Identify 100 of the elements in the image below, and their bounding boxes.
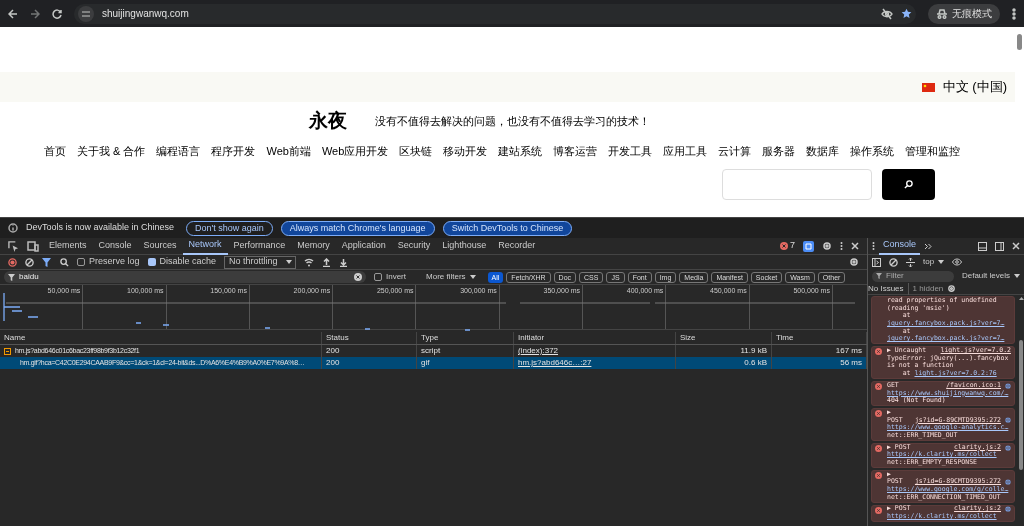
incognito-badge[interactable]: 无痕模式: [928, 3, 1000, 24]
devtools-tab[interactable]: Application: [335, 237, 392, 255]
sidebar-icon[interactable]: [872, 257, 881, 267]
clear-icon[interactable]: [889, 257, 898, 267]
nav-link[interactable]: 开发工具: [608, 142, 653, 160]
disable-cache-checkbox[interactable]: Disable cache: [147, 255, 217, 269]
column-header[interactable]: Type: [421, 332, 439, 344]
close-icon[interactable]: [851, 242, 859, 250]
more-filters-button[interactable]: More filters: [426, 271, 476, 283]
close-icon[interactable]: [1012, 242, 1020, 250]
nav-link[interactable]: 服务器: [762, 142, 796, 160]
language-link[interactable]: 中文 (中国): [942, 77, 1007, 97]
issues-status[interactable]: No Issues: [868, 282, 909, 295]
table-cell: 200: [326, 345, 340, 357]
back-icon[interactable]: [8, 8, 18, 19]
site-title[interactable]: 永夜: [309, 106, 347, 136]
devtools-tab[interactable]: Lighthouse: [436, 237, 493, 255]
initiator-link[interactable]: hm.js?abd646c…:27: [518, 357, 592, 369]
infobar-button[interactable]: Always match Chrome's language: [280, 220, 435, 236]
download-icon[interactable]: [339, 257, 349, 267]
request-filter-field[interactable]: baidu: [4, 271, 366, 283]
nav-link[interactable]: 云计算: [718, 142, 752, 160]
dock-bottom-icon[interactable]: [978, 241, 987, 251]
search-field[interactable]: [722, 169, 872, 200]
preserve-log-checkbox[interactable]: Preserve log: [77, 255, 140, 269]
clear-icon[interactable]: [25, 257, 34, 267]
nav-link[interactable]: 博客运营: [553, 142, 598, 160]
eye-off-icon[interactable]: [881, 7, 893, 20]
levels-dropdown[interactable]: Default levels: [961, 270, 1020, 282]
devtools-tab[interactable]: Memory: [291, 237, 336, 255]
checkbox[interactable]: [77, 258, 85, 266]
reload-icon[interactable]: [52, 8, 62, 19]
nav-link[interactable]: 管理和监控: [905, 142, 961, 160]
caret-icon: [469, 275, 476, 279]
inspect-icon[interactable]: [8, 240, 19, 252]
nav-link[interactable]: 首页: [44, 142, 66, 160]
upload-icon[interactable]: [322, 257, 332, 267]
more-icon[interactable]: [872, 241, 875, 251]
nav-link[interactable]: 关于我 & 合作: [77, 142, 146, 160]
nav-link[interactable]: 操作系统: [850, 142, 895, 160]
table-cell: 167 ms: [835, 345, 862, 357]
devtools-tab[interactable]: Recorder: [492, 237, 542, 255]
nav-link[interactable]: Web前端: [266, 142, 311, 160]
infobar-button[interactable]: Switch DevTools to Chinese: [442, 220, 573, 236]
more-tabs-icon[interactable]: [924, 242, 933, 250]
extension-icon[interactable]: [803, 240, 814, 252]
search-button[interactable]: [882, 169, 935, 200]
column-header[interactable]: Time: [776, 332, 794, 344]
settings-icon[interactable]: [947, 284, 957, 293]
devtools-tab[interactable]: Security: [391, 237, 437, 255]
console-tab[interactable]: Console: [879, 237, 921, 255]
column-header[interactable]: Initiator: [518, 332, 545, 344]
invert-checkbox[interactable]: Invert: [374, 271, 406, 283]
star-icon[interactable]: [901, 8, 912, 19]
scrollbar-thumb[interactable]: [1017, 34, 1022, 50]
nav-link[interactable]: 区块链: [399, 142, 433, 160]
nav-link[interactable]: 程序开发: [211, 142, 256, 160]
initiator-link[interactable]: (index):372: [518, 345, 559, 357]
column-header[interactable]: Status: [326, 332, 349, 344]
devtools-tab[interactable]: Network: [182, 237, 228, 255]
expand-icon[interactable]: [906, 257, 915, 267]
throttling-dropdown[interactable]: No throttling: [224, 255, 297, 269]
nav-link[interactable]: 建站系统: [498, 142, 543, 160]
checkbox[interactable]: [374, 273, 382, 281]
settings-icon[interactable]: [849, 257, 859, 267]
filter-icon: [8, 273, 15, 281]
table-cell: gif: [421, 357, 430, 369]
nav-link[interactable]: 应用工具: [663, 142, 708, 160]
record-icon[interactable]: [8, 257, 17, 267]
settings-icon[interactable]: [822, 241, 832, 251]
device-toolbar-icon[interactable]: [27, 240, 39, 252]
error-count[interactable]: 7: [780, 239, 795, 253]
nav-link[interactable]: 数据库: [806, 142, 840, 160]
site-settings-icon[interactable]: [78, 5, 94, 22]
column-header[interactable]: Size: [680, 332, 696, 344]
eye-icon[interactable]: [952, 258, 963, 266]
scrollbar-thumb[interactable]: [1019, 340, 1023, 470]
script-file-icon: [4, 347, 11, 355]
address-bar[interactable]: shuijingwanwq.com: [74, 3, 916, 24]
devtools-tab[interactable]: Sources: [137, 237, 183, 255]
clear-icon[interactable]: [354, 273, 362, 281]
nav-link[interactable]: Web应用开发: [321, 142, 389, 160]
menu-icon[interactable]: [1012, 7, 1016, 20]
context-dropdown[interactable]: top: [923, 256, 945, 268]
more-icon[interactable]: [840, 241, 843, 251]
dock-side-icon[interactable]: [995, 241, 1004, 251]
scroll-up-icon[interactable]: [1018, 297, 1024, 300]
nav-link[interactable]: 编程语言: [156, 142, 201, 160]
search-icon[interactable]: [60, 257, 69, 267]
devtools-tab[interactable]: Elements: [43, 237, 93, 255]
devtools-tab[interactable]: Console: [92, 237, 138, 255]
nav-link[interactable]: 移动开发: [443, 142, 488, 160]
column-header[interactable]: Name: [4, 332, 26, 344]
incognito-label: 无痕模式: [952, 7, 992, 21]
devtools-tab[interactable]: Performance: [227, 237, 292, 255]
infobar-message: DevTools is now available in Chinese: [26, 221, 175, 235]
filter-icon[interactable]: [42, 257, 52, 267]
console-filter-field[interactable]: Filter: [872, 270, 954, 282]
checkbox[interactable]: [147, 258, 156, 266]
network-conditions-icon[interactable]: [304, 257, 315, 267]
